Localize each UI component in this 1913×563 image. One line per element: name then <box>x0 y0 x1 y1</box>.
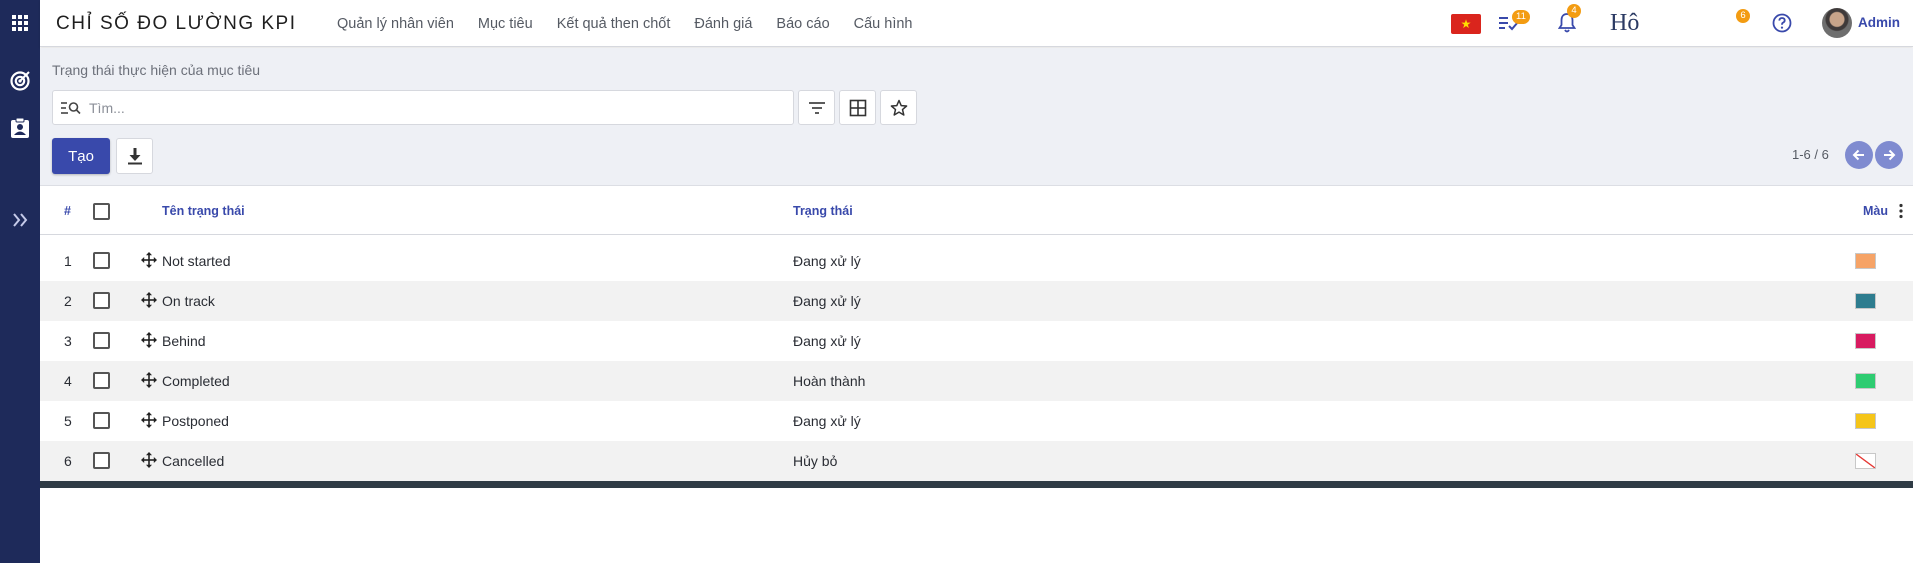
row-index: 2 <box>64 293 72 309</box>
notification-badge: 4 <box>1567 4 1581 18</box>
color-swatch[interactable] <box>1855 413 1876 429</box>
select-all-checkbox[interactable] <box>93 203 110 220</box>
download-button[interactable] <box>116 138 153 174</box>
row-status[interactable]: Đang xử lý <box>793 293 861 309</box>
row-index: 1 <box>64 253 72 269</box>
main-menu: Quản lý nhân viên Mục tiêu Kết quả then … <box>337 0 937 47</box>
menu-employee-management[interactable]: Quản lý nhân viên <box>337 16 454 32</box>
row-status[interactable]: Đang xử lý <box>793 253 861 269</box>
next-page-button[interactable] <box>1875 141 1903 169</box>
table-header: # Tên trạng thái Trạng thái Màu <box>40 187 1913 235</box>
apps-grid-icon[interactable] <box>0 5 40 41</box>
color-swatch[interactable] <box>1855 333 1876 349</box>
column-color[interactable]: Màu <box>1863 204 1888 218</box>
table-row[interactable]: 4 Completed Hoàn thành <box>40 361 1913 401</box>
row-status[interactable]: Đang xử lý <box>793 333 861 349</box>
color-swatch[interactable] <box>1855 453 1876 469</box>
table-row[interactable]: 1 Not started Đang xử lý <box>40 241 1913 281</box>
table-footer-bar <box>40 481 1913 488</box>
drag-handle-icon[interactable] <box>141 372 157 388</box>
drag-handle-icon[interactable] <box>141 452 157 468</box>
row-index: 6 <box>64 453 72 469</box>
app-title[interactable]: CHỈ SỐ ĐO LƯỜNG KPI <box>56 13 297 35</box>
table-row[interactable]: 2 On track Đang xử lý <box>40 281 1913 321</box>
row-checkbox[interactable] <box>93 292 110 309</box>
row-name[interactable]: Not started <box>162 253 230 269</box>
control-panel: Trạng thái thực hiện của mục tiêu Tạo 1-… <box>40 48 1913 186</box>
row-status[interactable]: Hủy bỏ <box>793 453 837 469</box>
color-swatch[interactable] <box>1855 253 1876 269</box>
favorites-button[interactable] <box>880 90 917 125</box>
drag-handle-icon[interactable] <box>141 292 157 308</box>
top-navbar: CHỈ SỐ ĐO LƯỜNG KPI Quản lý nhân viên Mụ… <box>40 0 1913 47</box>
download-icon <box>127 148 142 165</box>
row-name[interactable]: Postponed <box>162 413 229 429</box>
menu-key-results[interactable]: Kết quả then chốt <box>557 16 671 32</box>
drag-handle-icon[interactable] <box>141 252 157 268</box>
clipboard-user-icon[interactable] <box>0 110 40 146</box>
activity-badge: 11 <box>1512 10 1530 24</box>
help-icon[interactable] <box>1772 13 1792 38</box>
color-swatch[interactable] <box>1855 373 1876 389</box>
grid-icon <box>849 99 866 116</box>
row-checkbox[interactable] <box>93 412 110 429</box>
row-checkbox[interactable] <box>93 372 110 389</box>
menu-objectives[interactable]: Mục tiêu <box>478 16 533 32</box>
arrow-right-icon <box>1884 149 1896 161</box>
bell-icon[interactable]: 4 <box>1557 4 1581 39</box>
row-checkbox[interactable] <box>93 332 110 349</box>
arrow-left-icon <box>1852 149 1864 161</box>
table-row[interactable]: 3 Behind Đang xử lý <box>40 321 1913 361</box>
vietnam-flag-icon[interactable]: ★ <box>1451 14 1481 34</box>
chat-icon[interactable]: 6 <box>1736 9 1752 25</box>
row-index: 3 <box>64 333 72 349</box>
search-box <box>52 90 794 125</box>
menu-reports[interactable]: Báo cáo <box>776 16 829 32</box>
activity-icon[interactable]: 11 <box>1498 10 1530 38</box>
row-name[interactable]: Cancelled <box>162 453 224 469</box>
pager-value[interactable]: 1-6 / 6 <box>1792 147 1829 162</box>
status-table: # Tên trạng thái Trạng thái Màu 1 Not sta… <box>40 187 1913 481</box>
breadcrumb: Trạng thái thực hiện của mục tiêu <box>52 62 261 78</box>
row-index: 4 <box>64 373 72 389</box>
filter-button[interactable] <box>798 90 835 125</box>
expand-sidebar-icon[interactable] <box>0 202 40 238</box>
table-row[interactable]: 5 Postponed Đang xử lý <box>40 401 1913 441</box>
table-row[interactable]: 6 Cancelled Hủy bỏ <box>40 441 1913 481</box>
row-status[interactable]: Hoàn thành <box>793 373 865 389</box>
user-name[interactable]: Admin <box>1858 15 1900 30</box>
column-options-icon[interactable] <box>1899 203 1903 219</box>
column-name[interactable]: Tên trạng thái <box>162 204 245 218</box>
target-icon[interactable] <box>0 63 40 99</box>
group-by-button[interactable] <box>839 90 876 125</box>
chat-badge: 6 <box>1736 9 1750 23</box>
row-checkbox[interactable] <box>93 452 110 469</box>
column-status[interactable]: Trạng thái <box>793 204 853 218</box>
search-input[interactable] <box>89 91 779 124</box>
drag-handle-icon[interactable] <box>141 412 157 428</box>
sidebar <box>0 0 40 563</box>
prev-page-button[interactable] <box>1845 141 1873 169</box>
row-name[interactable]: Completed <box>162 373 230 389</box>
column-index: # <box>64 204 71 218</box>
signature-text: Hô <box>1610 10 1640 36</box>
create-button[interactable]: Tạo <box>52 138 110 174</box>
table-body: 1 Not started Đang xử lý 2 On track Đang xử l… <box>40 235 1913 481</box>
row-status[interactable]: Đang xử lý <box>793 413 861 429</box>
menu-configuration[interactable]: Cấu hình <box>854 16 913 32</box>
row-index: 5 <box>64 413 72 429</box>
star-icon <box>890 99 907 116</box>
row-name[interactable]: On track <box>162 293 215 309</box>
drag-handle-icon[interactable] <box>141 332 157 348</box>
color-swatch[interactable] <box>1855 293 1876 309</box>
row-checkbox[interactable] <box>93 252 110 269</box>
row-name[interactable]: Behind <box>162 333 206 349</box>
menu-evaluation[interactable]: Đánh giá <box>694 16 752 32</box>
avatar[interactable] <box>1822 8 1852 38</box>
search-icon <box>61 102 81 115</box>
filter-icon <box>808 101 825 114</box>
